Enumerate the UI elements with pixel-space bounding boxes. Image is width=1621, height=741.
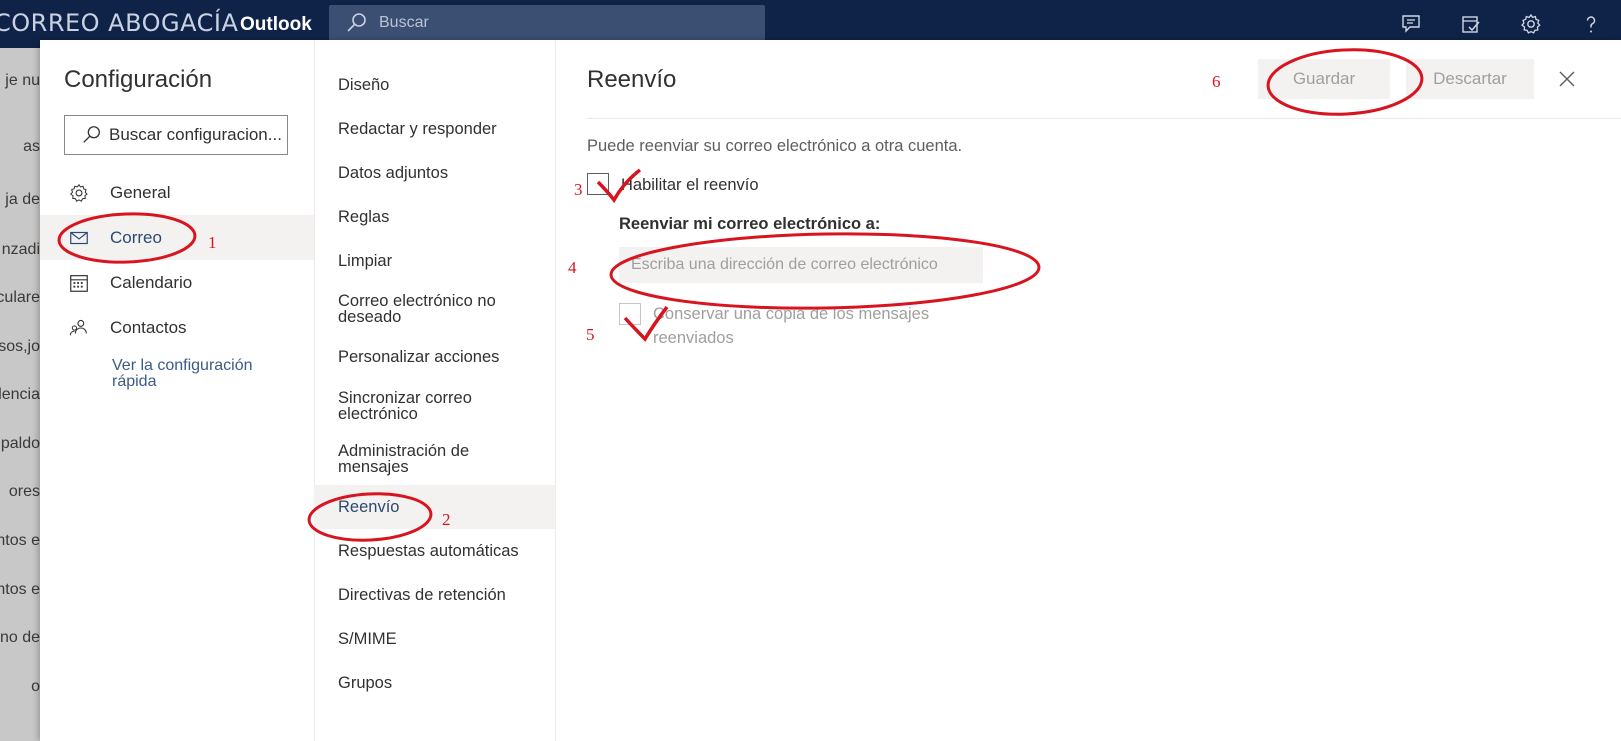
- mail-nav-rules[interactable]: Reglas: [314, 195, 555, 239]
- enable-forwarding-row: Habilitar el reenvío: [587, 173, 759, 197]
- settings-category-list: General Correo Calendario Contactos: [40, 170, 314, 350]
- annotation-number-4: 4: [568, 258, 577, 277]
- mail-settings-list: Diseño Redactar y responder Datos adjunt…: [314, 63, 555, 705]
- keep-copy-label[interactable]: Conservar una copia de los mensajes reen…: [653, 302, 979, 350]
- save-button[interactable]: Guardar: [1258, 59, 1390, 99]
- search-icon: [83, 126, 100, 143]
- calendar-icon: [70, 274, 88, 292]
- forwarding-title: Reenvío: [587, 66, 677, 93]
- feedback-icon: [1402, 15, 1420, 33]
- annotation-number-2: 2: [442, 510, 451, 529]
- mail-nav-forwarding[interactable]: Reenvío: [314, 485, 555, 529]
- header-divider: [587, 118, 1621, 119]
- bg-item: sos,jo: [0, 338, 40, 355]
- annotation-number-1: 1: [208, 233, 217, 252]
- bg-item: ntos e: [0, 581, 40, 598]
- mail-nav-groups[interactable]: Grupos: [314, 661, 555, 705]
- bg-item: as: [23, 138, 40, 155]
- mail-nav-layout[interactable]: Diseño: [314, 63, 555, 107]
- settings-dialog: Configuración Buscar configuracion... Ge…: [40, 40, 1621, 741]
- category-label: General: [110, 182, 171, 202]
- close-button[interactable]: [1554, 66, 1580, 92]
- background-mail-list: je nu as ja de nzadi culare sos,jo denci…: [0, 48, 40, 741]
- mail-nav-junk[interactable]: Correo electrónico no deseado: [314, 283, 555, 335]
- forward-to-label: Reenviar mi correo electrónico a:: [619, 215, 881, 233]
- bg-item: no de: [0, 629, 40, 646]
- keep-copy-row: Conservar una copia de los mensajes reen…: [619, 302, 979, 350]
- app-name[interactable]: Outlook: [240, 14, 312, 36]
- discard-button[interactable]: Descartar: [1406, 59, 1534, 99]
- bg-item: je nu: [5, 72, 40, 89]
- annotation-number-6: 6: [1212, 72, 1221, 91]
- quick-settings-link[interactable]: Ver la configuración rápida: [112, 358, 292, 390]
- category-contacts[interactable]: Contactos: [40, 305, 314, 350]
- enable-forwarding-checkbox[interactable]: [587, 173, 609, 195]
- keep-copy-checkbox[interactable]: [619, 303, 641, 325]
- mail-nav-message-handling[interactable]: Administración de mensajes: [314, 433, 555, 485]
- category-general[interactable]: General: [40, 170, 314, 215]
- mail-nav-compose[interactable]: Redactar y responder: [314, 107, 555, 151]
- bg-item: ja de: [5, 191, 40, 208]
- category-mail[interactable]: Correo: [40, 215, 314, 260]
- category-label: Contactos: [110, 317, 187, 337]
- forward-email-placeholder: Escriba una dirección de correo electrón…: [631, 256, 938, 273]
- mail-settings-pane: Diseño Redactar y responder Datos adjunt…: [314, 40, 556, 741]
- forwarding-pane: Reenvío Guardar Descartar Puede reenviar…: [556, 40, 1621, 741]
- bg-item: nzadi: [1, 241, 40, 258]
- category-label: Calendario: [110, 272, 193, 292]
- annotation-number-3: 3: [574, 180, 583, 199]
- settings-categories-pane: Configuración Buscar configuracion... Ge…: [40, 40, 314, 741]
- people-icon: [69, 319, 87, 335]
- forwarding-description: Puede reenviar su correo electrónico a o…: [587, 137, 963, 155]
- search-icon: [347, 13, 366, 32]
- mail-nav-sweep[interactable]: Limpiar: [314, 239, 555, 283]
- bg-item: ores: [8, 483, 40, 500]
- mail-nav-sync[interactable]: Sincronizar correo electrónico: [314, 379, 555, 433]
- help-icon: [1586, 16, 1596, 33]
- enable-forwarding-label[interactable]: Habilitar el reenvío: [621, 173, 759, 197]
- annotation-number-5: 5: [586, 325, 595, 344]
- tasks-icon: [1462, 16, 1480, 33]
- forward-email-input[interactable]: Escriba una dirección de correo electrón…: [619, 247, 983, 283]
- global-search-box[interactable]: Buscar: [329, 5, 765, 41]
- gear-icon: [69, 183, 88, 202]
- mail-nav-attachments[interactable]: Datos adjuntos: [314, 151, 555, 195]
- mail-nav-retention[interactable]: Directivas de retención: [314, 573, 555, 617]
- brand-logo[interactable]: CORREO ABOGACÍA: [0, 9, 238, 37]
- bg-item: culare: [0, 289, 40, 306]
- close-icon: [1559, 71, 1575, 87]
- gear-icon: [1521, 13, 1541, 34]
- mail-nav-auto-replies[interactable]: Respuestas automáticas: [314, 529, 555, 573]
- bg-item: ntos e: [0, 532, 40, 549]
- mail-nav-actions[interactable]: Personalizar acciones: [314, 335, 555, 379]
- global-search-placeholder: Buscar: [379, 14, 429, 31]
- mail-nav-smime[interactable]: S/MIME: [314, 617, 555, 661]
- category-label: Correo: [110, 227, 162, 247]
- bg-item: dencia: [0, 386, 40, 403]
- bg-item: o: [31, 678, 40, 695]
- settings-title: Configuración: [64, 66, 213, 93]
- settings-search-placeholder: Buscar configuracion...: [109, 125, 282, 144]
- settings-search-input[interactable]: Buscar configuracion...: [64, 115, 288, 155]
- mail-icon: [70, 231, 88, 244]
- category-calendar[interactable]: Calendario: [40, 260, 314, 305]
- bg-item: paldo: [0, 435, 40, 452]
